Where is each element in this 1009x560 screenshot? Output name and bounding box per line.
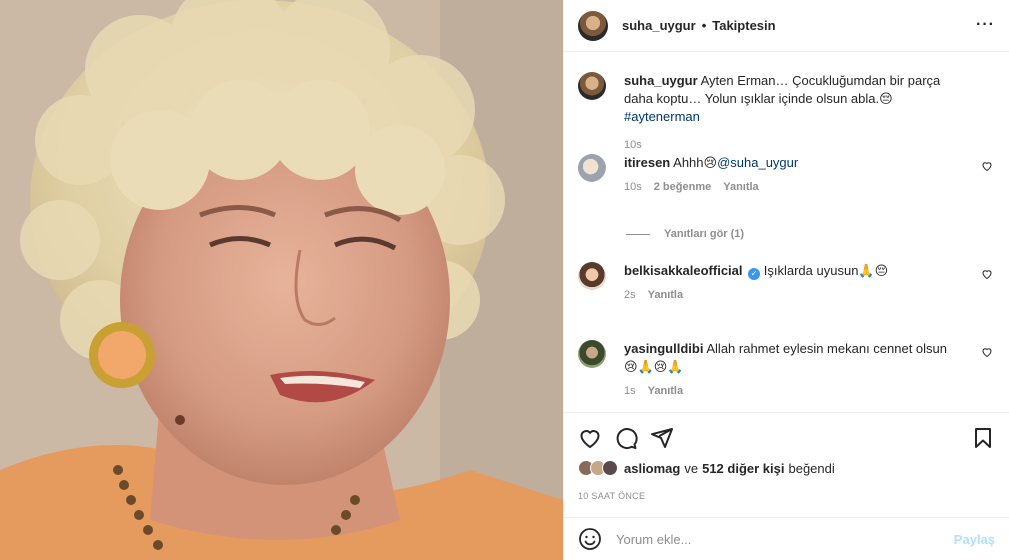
comment-age[interactable]: 10s (624, 178, 642, 196)
caption: suha_uygur Ayten Erman… Çocukluğumdan bi… (578, 72, 995, 154)
heart-icon[interactable] (981, 160, 993, 172)
comment-text: Işıklarda uyusun🙏😔 (763, 263, 889, 278)
comment-mention[interactable]: @suha_uygur (717, 155, 798, 170)
post-side-panel: suha_uygur • Takiptesin ··· suha_uygur A… (563, 0, 1009, 560)
add-comment-bar: Yorum ekle... Paylaş (564, 517, 1009, 560)
commenter-avatar[interactable] (578, 262, 606, 290)
share-direct-icon[interactable] (650, 426, 674, 450)
post-timestamp[interactable]: 10 SAAT ÖNCE (578, 491, 645, 501)
verified-badge-icon: ✓ (748, 268, 761, 280)
caption-age[interactable]: 10s (624, 136, 642, 154)
caption-avatar[interactable] (578, 72, 606, 100)
portrait-image (0, 0, 563, 560)
comment-item: belkisakkaleofficial ✓ Işıklarda uyusun🙏… (578, 262, 995, 304)
view-replies-button[interactable]: Yanıtları gör (1) (626, 228, 744, 240)
emoji-icon[interactable] (578, 527, 602, 551)
comment-icon[interactable] (614, 426, 638, 450)
likes-connector: ve (684, 460, 699, 476)
commenter-username[interactable]: belkisakkaleofficial (624, 263, 743, 278)
comment-item: itiresen Ahhh😢@suha_uygur 10s 2 beğenme … (578, 154, 995, 196)
post-photo[interactable] (0, 0, 563, 560)
commenter-username[interactable]: itiresen (624, 155, 670, 170)
like-heart-icon[interactable] (578, 426, 602, 450)
comment-age[interactable]: 2s (624, 286, 636, 304)
author-username[interactable]: suha_uygur (622, 18, 696, 33)
liker-avatars[interactable] (578, 460, 618, 476)
first-liker[interactable]: asliomag (624, 461, 680, 476)
liker-avatar (602, 460, 618, 476)
comment-age[interactable]: 1s (624, 382, 636, 400)
comment-text: Ahhh😢 (673, 155, 718, 170)
reply-button[interactable]: Yanıtla (648, 286, 683, 304)
save-bookmark-icon[interactable] (971, 426, 995, 450)
likes-summary: asliomag ve 512 diğer kişi beğendi (578, 460, 835, 476)
follow-status[interactable]: Takiptesin (712, 18, 775, 33)
reply-button[interactable]: Yanıtla (723, 178, 758, 196)
action-bar (564, 412, 1009, 460)
comment-likes[interactable]: 2 beğenme (654, 178, 711, 196)
replies-divider (626, 233, 650, 235)
caption-username[interactable]: suha_uygur (624, 73, 698, 88)
likes-suffix: beğendi (788, 460, 835, 476)
heart-icon[interactable] (981, 346, 993, 358)
commenter-avatar[interactable] (578, 340, 606, 368)
comment-item: yasingulldibi Allah rahmet eylesin mekan… (578, 340, 995, 400)
reply-button[interactable]: Yanıtla (648, 382, 683, 400)
post-comment-button[interactable]: Paylaş (954, 532, 995, 547)
caption-hashtag[interactable]: #aytenerman (624, 109, 700, 124)
heart-icon[interactable] (981, 268, 993, 280)
view-replies-label[interactable]: Yanıtları gör (1) (664, 228, 744, 240)
comments-list: suha_uygur Ayten Erman… Çocukluğumdan bi… (564, 52, 1009, 412)
likes-count[interactable]: 512 diğer kişi (702, 461, 784, 476)
more-horizontal-icon[interactable]: ··· (976, 16, 995, 34)
commenter-avatar[interactable] (578, 154, 606, 182)
author-avatar[interactable] (578, 10, 608, 41)
instagram-post: suha_uygur • Takiptesin ··· suha_uygur A… (0, 0, 1009, 560)
comment-input[interactable]: Yorum ekle... (616, 532, 954, 547)
post-header: suha_uygur • Takiptesin ··· (564, 0, 1009, 52)
commenter-username[interactable]: yasingulldibi (624, 341, 703, 356)
header-separator: • (701, 18, 707, 33)
